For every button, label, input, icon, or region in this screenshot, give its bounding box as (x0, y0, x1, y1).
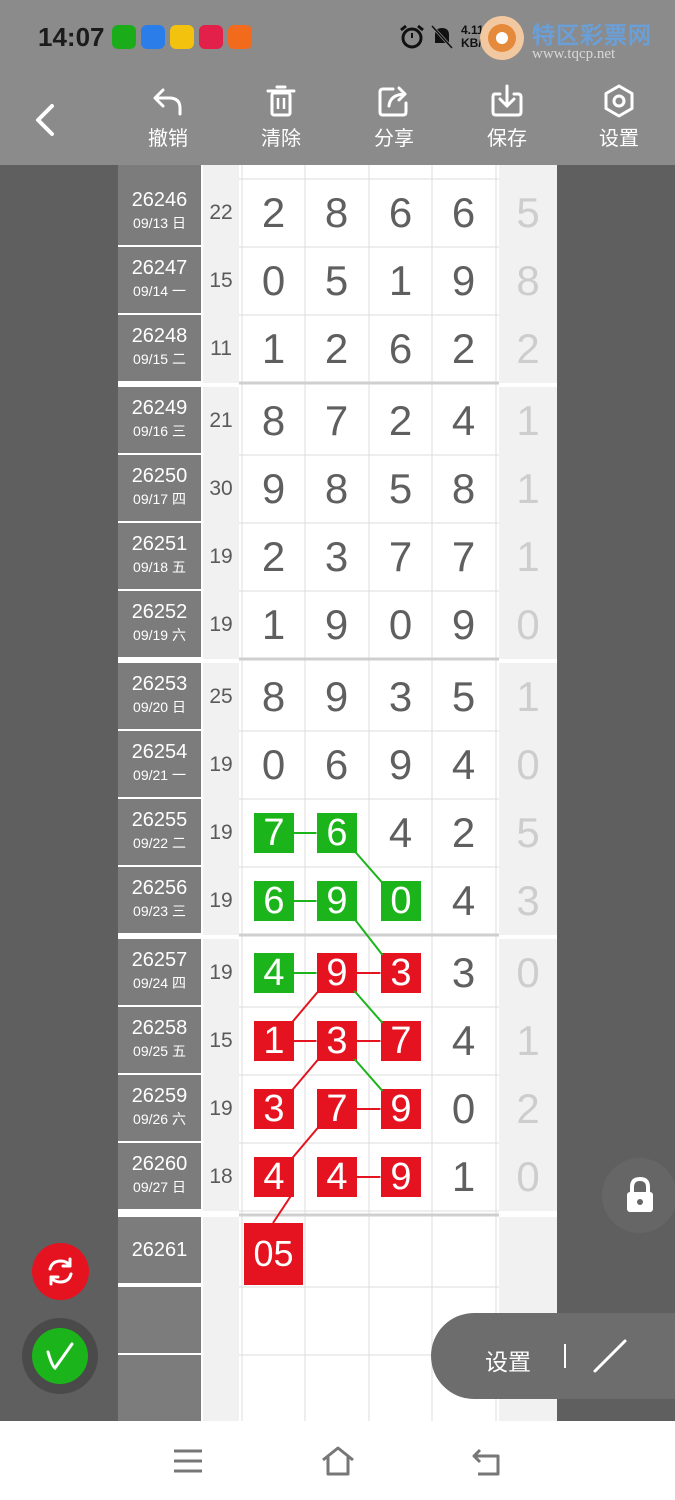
video-app-icon (228, 25, 252, 49)
settings-label: 设置 (599, 128, 639, 150)
draw-settings-pill[interactable]: 设置 (431, 1313, 675, 1399)
share-icon (378, 86, 408, 117)
clear-label: 清除 (261, 128, 301, 150)
toolbar: 撤销 清除 分享 保存 设置 (0, 74, 675, 165)
status-bar: 14:07 4.11 KB/s 特区彩票网 www.tqcp.net (0, 0, 675, 74)
watermark-title: 特区彩票网 (532, 22, 652, 48)
empty-sum-col (203, 1287, 239, 1421)
share-label: 分享 (374, 128, 414, 150)
app-icon (170, 25, 194, 49)
line-draw-icon[interactable] (591, 1337, 629, 1375)
download-icon (491, 84, 523, 117)
save-label: 保存 (487, 128, 527, 150)
pen-button-face (32, 1328, 88, 1384)
share-button[interactable]: 分享 (354, 84, 434, 151)
tail-cell (499, 1217, 557, 1287)
trash-icon (266, 85, 296, 117)
undo-icon (153, 88, 182, 116)
prediction-box[interactable]: 05 (244, 1223, 303, 1285)
issue-number: 26261 (131, 1239, 188, 1261)
refresh-icon (48, 1257, 73, 1286)
wechat-icon (112, 25, 136, 49)
status-time: 14:07 (38, 22, 105, 52)
refresh-button[interactable] (32, 1243, 89, 1300)
navigation-bar (0, 1421, 675, 1500)
watermark: 特区彩票网 www.tqcp.net (470, 10, 670, 70)
watermark-logo-icon (480, 16, 524, 60)
pen-button[interactable] (22, 1318, 98, 1394)
empty-issue-cell (118, 1287, 201, 1353)
undo-button[interactable]: 撤销 (128, 84, 208, 151)
empty-issue-cell (118, 1355, 201, 1421)
return-icon[interactable] (470, 1447, 504, 1477)
app-icon (199, 25, 223, 49)
menu-icon[interactable] (172, 1447, 204, 1475)
back-icon[interactable] (30, 102, 60, 138)
settings-hex-icon (604, 84, 634, 118)
alarm-icon (400, 24, 424, 49)
draw-settings-label[interactable]: 设置 (485, 1343, 531, 1377)
lottery-table[interactable]: 26246 09/13 日 22 2 8 6 6 5 26247 09/14 一 15 0 5 1 9 8 26… (118, 165, 557, 1421)
pill-separator (564, 1344, 566, 1368)
clear-button[interactable]: 清除 (241, 84, 321, 151)
issue-cell: 26261 (118, 1217, 201, 1283)
home-icon[interactable] (320, 1445, 356, 1477)
next-issue-row: 26261 (118, 1217, 557, 1287)
undo-label: 撤销 (148, 128, 188, 150)
lock-icon (627, 1176, 653, 1212)
pen-icon (46, 1342, 74, 1371)
settings-button[interactable]: 设置 (579, 84, 659, 151)
lock-button[interactable] (602, 1158, 675, 1233)
watermark-url: www.tqcp.net (532, 46, 616, 62)
sum-cell (203, 1217, 239, 1287)
mute-bell-icon (430, 24, 454, 50)
app-icon (141, 25, 165, 49)
save-button[interactable]: 保存 (467, 84, 547, 151)
